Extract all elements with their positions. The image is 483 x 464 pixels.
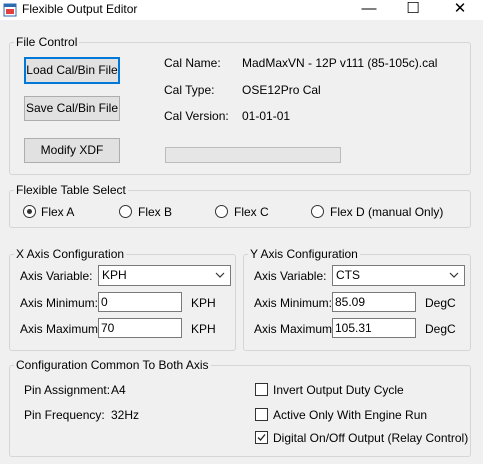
- x-axis-variable-select[interactable]: KPH: [98, 265, 231, 286]
- digital-onoff-checkbox[interactable]: [255, 431, 268, 444]
- chevron-down-icon: [215, 272, 225, 278]
- y-axis-max-input[interactable]: 105.31: [332, 318, 416, 338]
- cal-version-label: Cal Version:: [164, 109, 229, 123]
- radio-flex-a-label[interactable]: Flex A: [41, 205, 74, 219]
- app-icon: [3, 3, 17, 17]
- x-axis-max-label: Axis Maximum:: [20, 322, 102, 336]
- pin-assignment-label: Pin Assignment:: [24, 383, 111, 397]
- y-axis-min-input[interactable]: 85.09: [332, 292, 416, 312]
- cal-name-label: Cal Name:: [164, 56, 221, 70]
- active-engine-run-checkbox[interactable]: [255, 408, 268, 421]
- invert-output-label[interactable]: Invert Output Duty Cycle: [273, 383, 404, 397]
- close-button[interactable]: ✕: [438, 0, 482, 20]
- checkmark-icon: [257, 434, 266, 441]
- radio-flex-b-label[interactable]: Flex B: [138, 205, 172, 219]
- x-axis-min-unit: KPH: [191, 296, 216, 310]
- radio-flex-d-label[interactable]: Flex D (manual Only): [330, 205, 443, 219]
- x-axis-min-label: Axis Minimum:: [20, 296, 99, 310]
- y-axis-legend: Y Axis Configuration: [248, 247, 360, 261]
- modify-xdf-button[interactable]: Modify XDF: [24, 138, 120, 163]
- y-axis-variable-value: CTS: [336, 268, 360, 282]
- radio-flex-d[interactable]: [311, 205, 324, 218]
- radio-flex-a[interactable]: [23, 205, 36, 218]
- chevron-down-icon: [449, 272, 459, 278]
- cal-type-label: Cal Type:: [164, 83, 215, 97]
- common-config-legend: Configuration Common To Both Axis: [14, 358, 211, 372]
- y-axis-min-label: Axis Minimum:: [254, 296, 333, 310]
- x-axis-legend: X Axis Configuration: [14, 247, 127, 261]
- invert-output-checkbox[interactable]: [255, 383, 268, 396]
- pin-frequency-label: Pin Frequency:: [24, 408, 105, 422]
- load-cal-bin-button[interactable]: Load Cal/Bin File: [24, 57, 120, 84]
- x-axis-variable-label: Axis Variable:: [20, 269, 93, 283]
- cal-name-value: MadMaxVN - 12P v111 (85-105c).cal: [242, 56, 438, 70]
- y-axis-variable-label: Axis Variable:: [254, 269, 327, 283]
- window-title: Flexible Output Editor: [22, 2, 138, 16]
- x-axis-min-input[interactable]: 0: [98, 292, 182, 312]
- cal-type-value: OSE12Pro Cal: [242, 83, 321, 97]
- cal-version-value: 01-01-01: [242, 109, 291, 123]
- y-axis-max-unit: DegC: [425, 322, 456, 336]
- x-axis-max-unit: KPH: [191, 322, 216, 336]
- pin-assignment-value: A4: [111, 383, 126, 397]
- radio-flex-c-label[interactable]: Flex C: [234, 205, 269, 219]
- radio-flex-b[interactable]: [119, 205, 132, 218]
- table-select-legend: Flexible Table Select: [14, 183, 128, 197]
- y-axis-max-label: Axis Maximum:: [254, 322, 336, 336]
- save-cal-bin-button[interactable]: Save Cal/Bin File: [24, 96, 120, 121]
- radio-flex-c[interactable]: [215, 205, 228, 218]
- x-axis-max-input[interactable]: 70: [98, 318, 182, 338]
- active-engine-run-label[interactable]: Active Only With Engine Run: [273, 408, 427, 422]
- progress-bar: [165, 147, 341, 163]
- x-axis-variable-value: KPH: [102, 268, 127, 282]
- minimize-button[interactable]: —: [347, 0, 391, 20]
- digital-onoff-label[interactable]: Digital On/Off Output (Relay Control): [273, 431, 468, 445]
- file-control-legend: File Control: [14, 35, 80, 49]
- y-axis-variable-select[interactable]: CTS: [332, 265, 465, 286]
- title-bar: Flexible Output Editor — ☐ ✕: [0, 0, 483, 20]
- y-axis-min-unit: DegC: [425, 296, 456, 310]
- maximize-button[interactable]: ☐: [391, 0, 435, 20]
- pin-frequency-value: 32Hz: [111, 408, 140, 422]
